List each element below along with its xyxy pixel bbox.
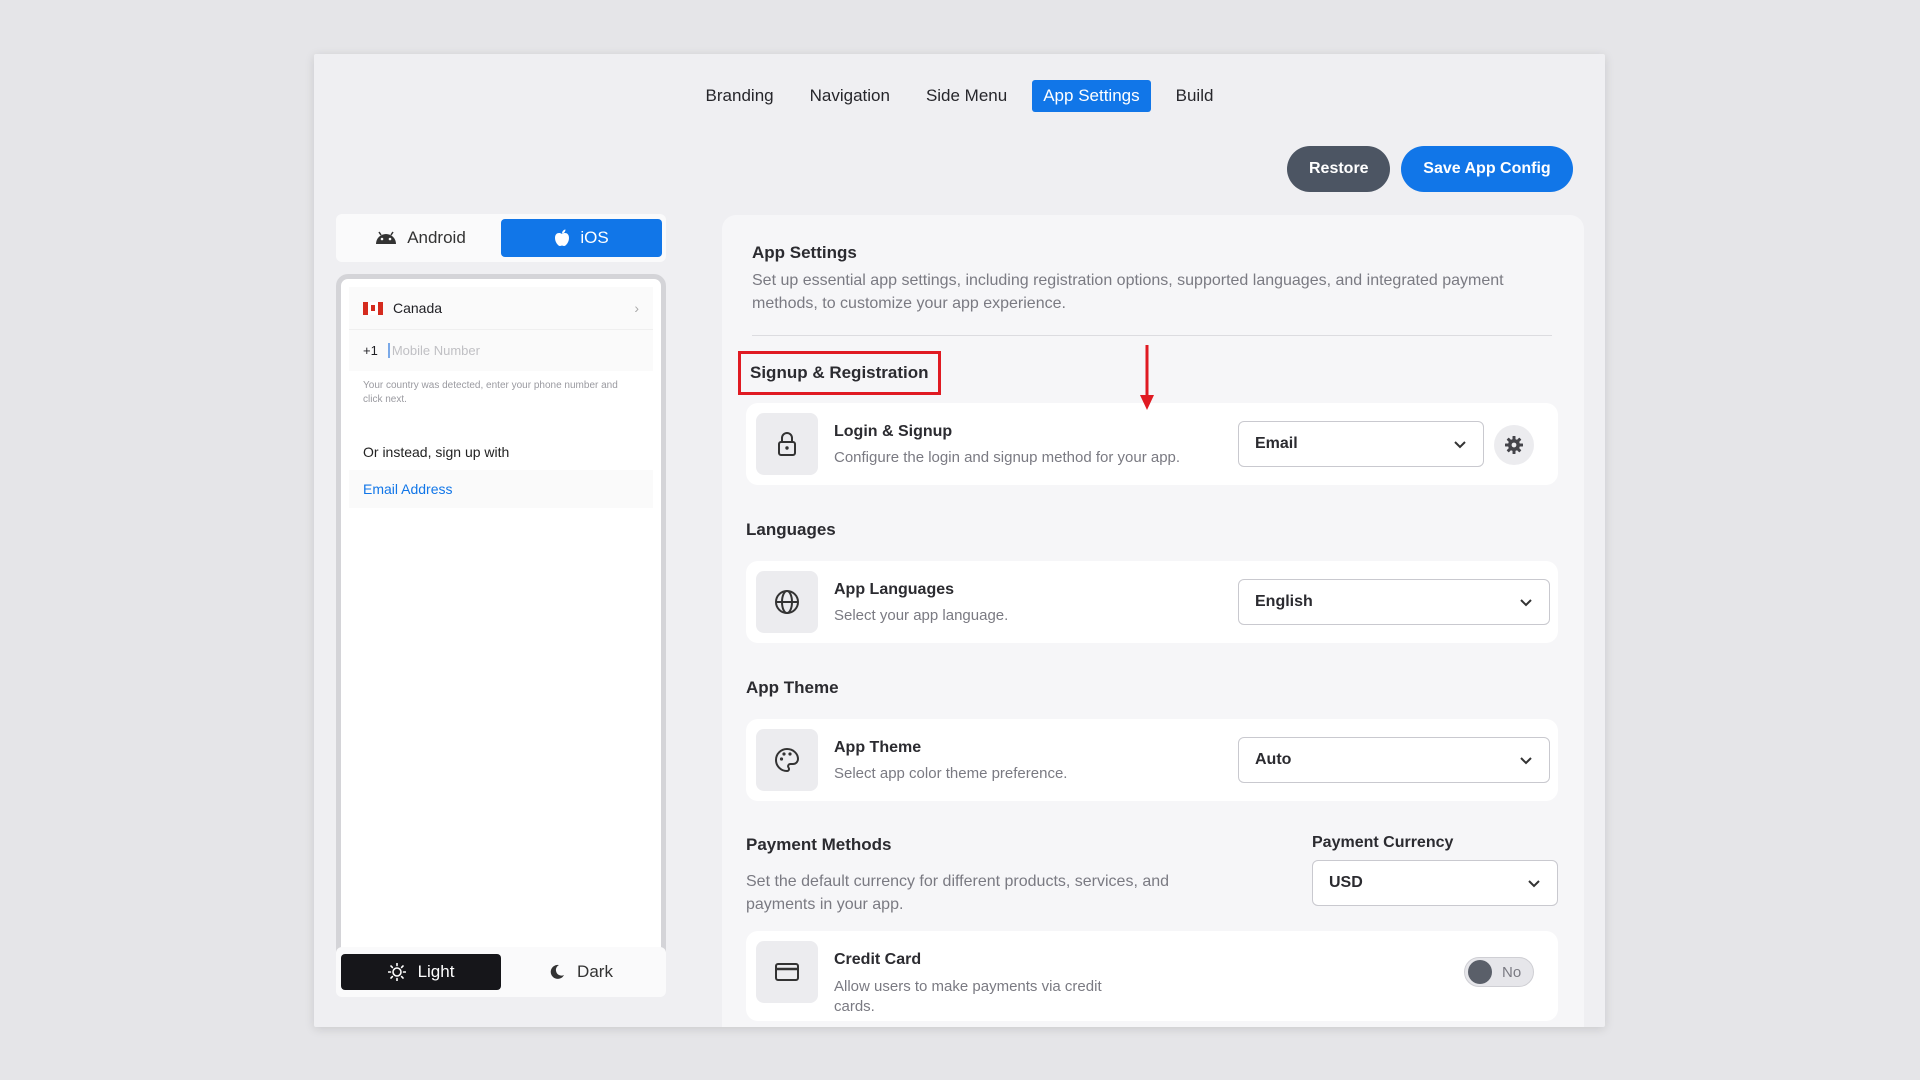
- panel-description: Set up essential app settings, including…: [752, 272, 1504, 312]
- lock-icon: [778, 432, 796, 456]
- login-settings-button[interactable]: [1494, 425, 1534, 465]
- phone-preview: Canada › +1 Mobile Number Your country w…: [336, 274, 666, 991]
- languages-section-title: Languages: [746, 520, 836, 539]
- login-signup-subtitle: Configure the login and signup method fo…: [834, 449, 1181, 466]
- login-method-value: Email: [1255, 435, 1298, 452]
- language-value: English: [1255, 593, 1313, 610]
- theme-select[interactable]: Auto: [1238, 737, 1550, 783]
- app-languages-card: App Languages Select your app language. …: [746, 561, 1558, 643]
- tab-branding[interactable]: Branding: [695, 80, 785, 112]
- theme-dark-option[interactable]: Dark: [501, 954, 661, 990]
- theme-value: Auto: [1255, 751, 1292, 768]
- credit-card-icon: [775, 963, 799, 981]
- app-theme-title: App Theme: [834, 739, 922, 756]
- login-signup-title: Login & Signup: [834, 423, 953, 440]
- gear-icon: [1505, 436, 1523, 454]
- currency-value: USD: [1329, 874, 1363, 891]
- login-signup-card: Login & Signup Configure the login and s…: [746, 403, 1558, 485]
- mobile-number-placeholder: Mobile Number: [387, 343, 480, 358]
- apple-icon: [555, 229, 570, 246]
- dial-code: +1: [363, 343, 378, 358]
- palette-icon-wrap: [756, 729, 818, 791]
- app-theme-section-title: App Theme: [746, 678, 839, 697]
- platform-android-option[interactable]: Android: [340, 219, 501, 257]
- credit-card-card: Credit Card Allow users to make payments…: [746, 931, 1558, 1021]
- palette-icon: [775, 747, 800, 773]
- theme-light-option[interactable]: Light: [341, 954, 501, 990]
- annotation-arrow-icon: [1140, 345, 1154, 410]
- country-selector[interactable]: Canada ›: [349, 287, 653, 329]
- email-address-link[interactable]: Email Address: [349, 470, 653, 508]
- chevron-down-icon: [1520, 757, 1532, 765]
- country-name: Canada: [393, 300, 443, 316]
- sun-icon: [387, 963, 406, 981]
- app-theme-card: App Theme Select app color theme prefere…: [746, 719, 1558, 801]
- theme-toggle: Light Dark: [336, 947, 666, 997]
- app-window: Branding Navigation Side Menu App Settin…: [314, 54, 1605, 1027]
- signup-section-title: Signup & Registration: [738, 351, 941, 395]
- lock-icon-wrap: [756, 413, 818, 475]
- save-app-config-button[interactable]: Save App Config: [1401, 146, 1573, 192]
- restore-button[interactable]: Restore: [1287, 146, 1390, 192]
- platform-ios-label: iOS: [580, 228, 609, 247]
- chevron-down-icon: [1528, 880, 1540, 888]
- payment-description: Set the default currency for different p…: [746, 873, 1170, 913]
- moon-icon: [550, 964, 565, 979]
- credit-card-toggle-label: No: [1502, 963, 1522, 981]
- platform-toggle: Android iOS: [336, 214, 666, 262]
- platform-ios-option[interactable]: iOS: [501, 219, 662, 257]
- toggle-knob: [1468, 960, 1492, 984]
- credit-card-icon-wrap: [756, 941, 818, 1003]
- app-languages-title: App Languages: [834, 581, 955, 598]
- mobile-number-field[interactable]: +1 Mobile Number: [349, 329, 653, 371]
- action-buttons: Restore Save App Config: [1287, 146, 1573, 192]
- settings-panel: App Settings Set up essential app settin…: [722, 215, 1584, 1027]
- credit-card-title: Credit Card: [834, 951, 922, 968]
- tab-app-settings[interactable]: App Settings: [1032, 80, 1151, 112]
- globe-icon: [775, 590, 799, 614]
- platform-android-label: Android: [407, 228, 466, 247]
- globe-icon-wrap: [756, 571, 818, 633]
- divider: [752, 335, 1552, 336]
- app-languages-subtitle: Select your app language.: [834, 607, 1009, 624]
- currency-select[interactable]: USD: [1312, 860, 1558, 906]
- login-method-select[interactable]: Email: [1238, 421, 1484, 467]
- credit-card-toggle[interactable]: No: [1464, 957, 1534, 987]
- theme-dark-label: Dark: [577, 962, 613, 981]
- chevron-down-icon: [1520, 599, 1532, 607]
- tab-side-menu[interactable]: Side Menu: [915, 80, 1018, 112]
- chevron-down-icon: [1454, 441, 1466, 449]
- country-hint: Your country was detected, enter your ph…: [363, 380, 618, 405]
- credit-card-subtitle: Allow users to make payments via credit …: [834, 978, 1102, 1015]
- language-select[interactable]: English: [1238, 579, 1550, 625]
- theme-light-label: Light: [417, 962, 455, 981]
- android-icon: [376, 231, 397, 244]
- payment-section-title: Payment Methods: [746, 835, 892, 854]
- panel-title: App Settings: [752, 243, 857, 262]
- canada-flag-icon: [363, 301, 383, 315]
- payment-currency-label: Payment Currency: [1312, 834, 1454, 851]
- alt-signup-text: Or instead, sign up with: [363, 444, 510, 460]
- tab-navigation[interactable]: Navigation: [799, 80, 901, 112]
- top-tabs: Branding Navigation Side Menu App Settin…: [314, 80, 1605, 112]
- tab-build[interactable]: Build: [1165, 80, 1225, 112]
- chevron-right-icon: ›: [634, 300, 639, 316]
- app-theme-subtitle: Select app color theme preference.: [834, 765, 1068, 782]
